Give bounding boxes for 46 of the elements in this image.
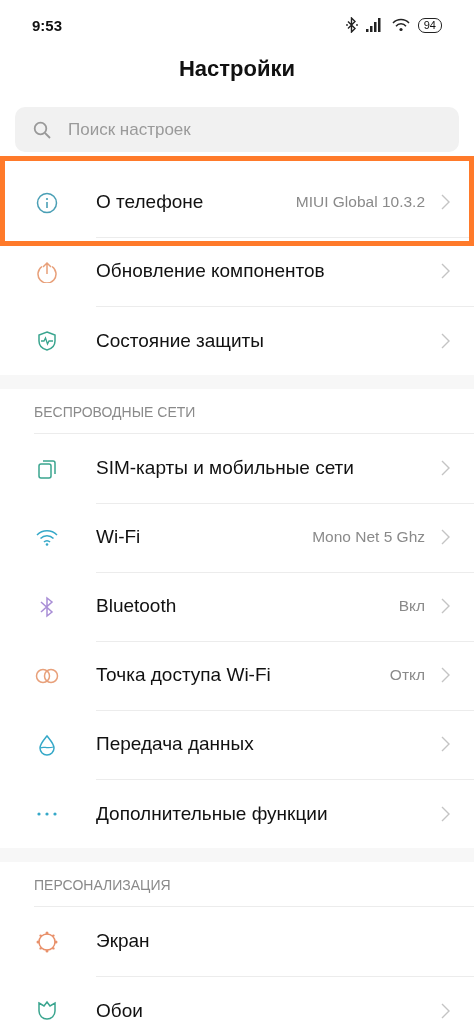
item-label: Wi-Fi — [96, 526, 142, 548]
item-label: Bluetooth — [96, 595, 178, 617]
shield-icon — [36, 329, 58, 352]
section-header: БЕСПРОВОДНЫЕ СЕТИ — [34, 389, 474, 434]
item-label: Точка доступа Wi-Fi — [96, 664, 272, 686]
status-time: 9:53 — [32, 16, 63, 34]
settings-item[interactable]: Дополнительные функции — [0, 779, 474, 848]
page-title: Настройки — [177, 56, 297, 83]
settings-item[interactable]: Точка доступа Wi-Fi Откл — [0, 641, 474, 710]
settings-item[interactable]: Обои — [0, 976, 474, 1027]
bluetooth-icon — [345, 17, 358, 33]
item-label: Передача данных — [96, 733, 255, 755]
settings-item[interactable]: Состояние защиты — [0, 306, 474, 375]
water-drop-icon — [37, 733, 57, 756]
info-icon — [36, 191, 58, 214]
linked-rings-icon — [35, 666, 59, 685]
search-field[interactable]: Поиск настроек — [15, 107, 459, 152]
item-label: Состояние защиты — [96, 329, 265, 352]
item-value: Mono Net 5 Ghz — [312, 528, 425, 546]
item-label: Дополнительные функции — [96, 802, 329, 825]
item-value: MIUI Global 10.3.2 — [295, 193, 425, 211]
item-label: Обновление компонентов — [96, 260, 326, 282]
settings-item[interactable]: SIM-карты и мобильные сети — [0, 434, 474, 503]
search-icon — [33, 121, 51, 139]
bluetooth-icon — [38, 595, 56, 618]
upload-icon — [36, 260, 58, 283]
item-value: Откл — [389, 666, 425, 684]
item-label: SIM-карты и мобильные сети — [96, 457, 355, 479]
settings-item[interactable]: О телефоне MIUI Global 10.3.2 — [0, 156, 474, 246]
section-header: ПЕРСОНАЛИЗАЦИЯ — [34, 862, 474, 907]
item-label: Экран — [96, 930, 151, 952]
item-label: Обои — [96, 999, 144, 1022]
settings-item[interactable]: Передача данных — [0, 710, 474, 779]
item-label: О телефоне — [96, 191, 205, 213]
sim-cards-icon — [36, 457, 58, 480]
signal-icon — [365, 18, 384, 32]
settings-item[interactable]: Wi-Fi Mono Net 5 Ghz — [0, 503, 474, 572]
item-value: Вкл — [398, 597, 425, 615]
settings-item[interactable]: Bluetooth Вкл — [0, 572, 474, 641]
more-icon — [36, 810, 58, 817]
sun-icon — [35, 929, 59, 954]
battery-indicator: 94 — [417, 17, 442, 33]
wifi-icon — [391, 18, 410, 32]
settings-item[interactable]: Экран — [0, 907, 474, 976]
tulip-icon — [36, 999, 58, 1022]
wifi-icon — [36, 528, 58, 547]
